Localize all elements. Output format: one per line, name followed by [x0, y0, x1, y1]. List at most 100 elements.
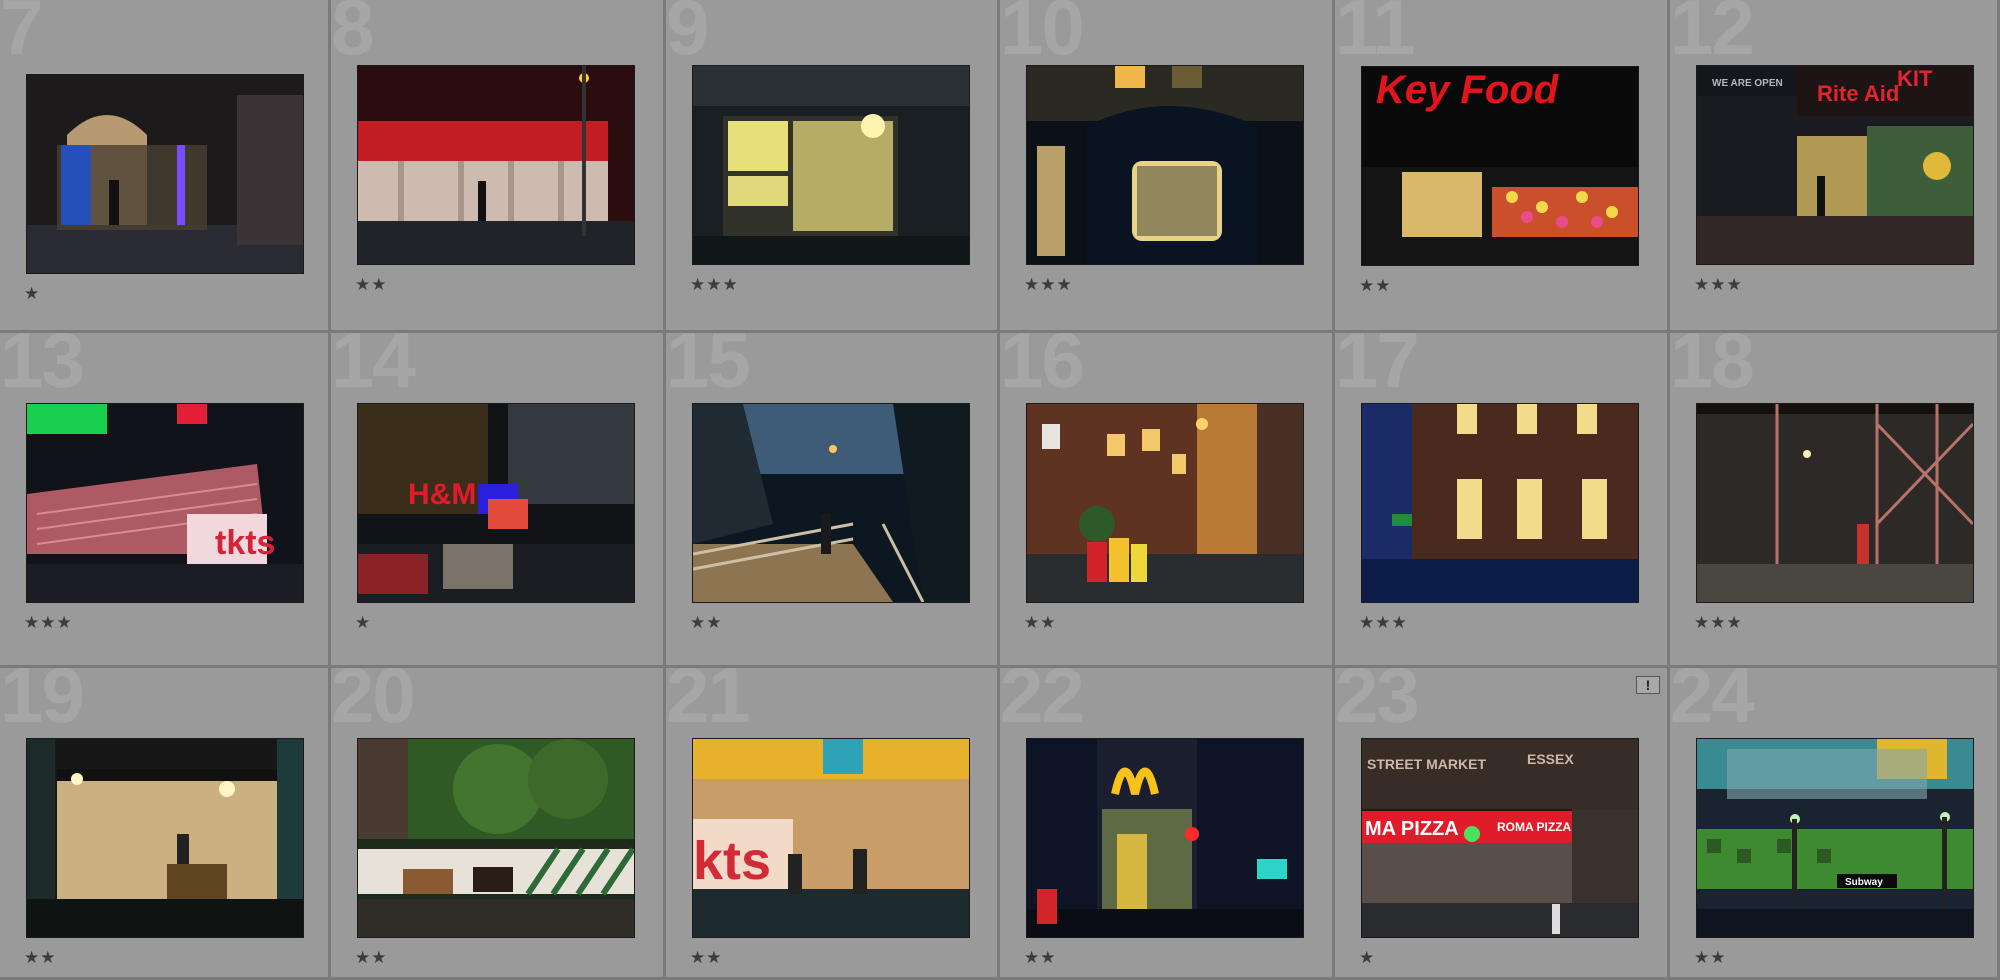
star-rating[interactable]: ★★★	[1024, 277, 1073, 294]
photo-cell[interactable]: 19 ★★	[0, 668, 331, 980]
svg-text:ROMA PIZZA: ROMA PIZZA	[1497, 820, 1572, 834]
photo-thumbnail[interactable]	[357, 738, 635, 938]
photo-index-number: 7	[0, 0, 43, 71]
svg-text:kts: kts	[693, 831, 771, 891]
star-rating[interactable]: ★★	[355, 277, 387, 294]
star-rating[interactable]: ★	[355, 615, 371, 632]
photo-cell[interactable]: 8 ★★	[331, 0, 666, 333]
photo-index-number: 23	[1335, 668, 1420, 739]
star-rating[interactable]: ★★	[1694, 950, 1726, 967]
star-rating[interactable]: ★★	[1024, 615, 1056, 632]
star-rating[interactable]: ★	[24, 286, 40, 303]
star-rating[interactable]: ★★★	[1694, 277, 1743, 294]
thumbnail-image: Key Food	[1362, 67, 1638, 265]
photo-thumbnail[interactable]	[26, 738, 304, 938]
photo-index-number: 16	[1000, 333, 1085, 404]
thumbnail-image	[27, 75, 303, 273]
thumbnail-image: kts	[693, 739, 969, 937]
photo-thumbnail[interactable]: H&M	[357, 403, 635, 603]
svg-text:ESSEX: ESSEX	[1527, 751, 1574, 767]
photo-thumbnail[interactable]	[26, 74, 304, 274]
star-rating[interactable]: ★★★	[24, 615, 73, 632]
thumbnail-image	[1027, 66, 1303, 264]
star-rating[interactable]: ★★	[690, 950, 722, 967]
photo-index-number: 10	[1000, 0, 1085, 71]
photo-index-number: 13	[0, 333, 85, 404]
photo-cell[interactable]: 10 ★★★	[1000, 0, 1335, 333]
photo-cell[interactable]: 17 ★★★	[1335, 333, 1670, 668]
photo-cell[interactable]: 16 ★★	[1000, 333, 1335, 668]
photo-thumbnail[interactable]	[1361, 403, 1639, 603]
star-rating[interactable]: ★★	[24, 950, 56, 967]
thumbnail-image	[1027, 739, 1303, 937]
photo-index-number: 9	[666, 0, 709, 71]
star-rating[interactable]: ★★	[1024, 950, 1056, 967]
svg-text:Key Food: Key Food	[1376, 68, 1560, 112]
photo-cell[interactable]: 22 ★★	[1000, 668, 1335, 980]
photo-thumbnail[interactable]	[692, 65, 970, 265]
thumbnail-image: Subway	[1697, 739, 1973, 937]
photo-thumbnail[interactable]: STREET MARKET ESSEX MA PIZZA ROMA PIZZA	[1361, 738, 1639, 938]
photo-index-number: 8	[331, 0, 374, 71]
star-rating[interactable]: ★★★	[1359, 615, 1408, 632]
svg-text:H&M: H&M	[408, 478, 476, 511]
thumbnail-image: STREET MARKET ESSEX MA PIZZA ROMA PIZZA	[1362, 739, 1638, 937]
photo-thumbnail[interactable]: Subway	[1696, 738, 1974, 938]
thumbnail-image	[358, 66, 634, 264]
photo-index-number: 24	[1670, 668, 1755, 739]
photo-index-number: 22	[1000, 668, 1085, 739]
svg-text:Rite Aid: Rite Aid	[1817, 81, 1899, 106]
svg-text:Subway: Subway	[1845, 877, 1883, 888]
photo-cell[interactable]: 14 H&M ★	[331, 333, 666, 668]
thumbnail-image: WE ARE OPEN Rite Aid KIT	[1697, 66, 1973, 264]
thumbnail-image	[693, 66, 969, 264]
photo-index-number: 12	[1670, 0, 1755, 71]
thumbnail-image	[1362, 404, 1638, 602]
photo-cell[interactable]: 15 ★★	[666, 333, 1000, 668]
photo-index-number: 14	[331, 333, 416, 404]
photo-cell[interactable]: 13 tkts ★★★	[0, 333, 331, 668]
photo-index-number: 21	[666, 668, 751, 739]
photo-thumbnail[interactable]: kts	[692, 738, 970, 938]
photo-thumbnail[interactable]: Key Food	[1361, 66, 1639, 266]
photo-cell[interactable]: 21 kts ★★	[666, 668, 1000, 980]
star-rating[interactable]: ★★	[355, 950, 387, 967]
photo-index-number: 15	[666, 333, 751, 404]
svg-text:KIT: KIT	[1897, 66, 1933, 91]
photo-cell[interactable]: 20 ★★	[331, 668, 666, 980]
thumbnail-image	[693, 404, 969, 602]
photo-thumbnail[interactable]	[357, 65, 635, 265]
photo-thumbnail[interactable]	[1696, 403, 1974, 603]
svg-text:tkts: tkts	[215, 524, 275, 562]
thumbnail-image	[1697, 404, 1973, 602]
photo-cell[interactable]: 12 WE ARE OPEN Rite Aid KIT ★★★	[1670, 0, 2000, 333]
star-rating[interactable]: ★★	[1359, 278, 1391, 295]
photo-thumbnail[interactable]	[692, 403, 970, 603]
photo-thumbnail[interactable]: tkts	[26, 403, 304, 603]
photo-index-number: 11	[1335, 0, 1415, 71]
photo-thumbnail[interactable]: WE ARE OPEN Rite Aid KIT	[1696, 65, 1974, 265]
thumbnail-image	[358, 739, 634, 937]
photo-cell[interactable]: 18 ★★★	[1670, 333, 2000, 668]
photo-thumbnail[interactable]	[1026, 738, 1304, 938]
photo-cell[interactable]: 7 ★	[0, 0, 331, 333]
warning-badge-icon[interactable]: !	[1636, 676, 1660, 694]
photo-index-number: 19	[0, 668, 85, 739]
thumbnail-image: H&M	[358, 404, 634, 602]
star-rating[interactable]: ★	[1359, 950, 1375, 967]
star-rating[interactable]: ★★★	[690, 277, 739, 294]
star-rating[interactable]: ★★	[690, 615, 722, 632]
photo-index-number: 20	[331, 668, 416, 739]
star-rating[interactable]: ★★★	[1694, 615, 1743, 632]
thumbnail-image: tkts	[27, 404, 303, 602]
photo-cell[interactable]: 11 Key Food ★★	[1335, 0, 1670, 333]
photo-cell[interactable]: 23 STREET MARKET ESSEX MA PIZZA ROMA PIZ…	[1335, 668, 1670, 980]
photo-cell[interactable]: 9 ★★★	[666, 0, 1000, 333]
photo-thumbnail[interactable]	[1026, 403, 1304, 603]
photo-index-number: 17	[1335, 333, 1420, 404]
photo-thumbnail[interactable]	[1026, 65, 1304, 265]
thumbnail-image	[27, 739, 303, 937]
svg-text:STREET MARKET: STREET MARKET	[1367, 756, 1486, 772]
photo-cell[interactable]: 24 Subway ★★	[1670, 668, 2000, 980]
thumbnail-image	[1027, 404, 1303, 602]
